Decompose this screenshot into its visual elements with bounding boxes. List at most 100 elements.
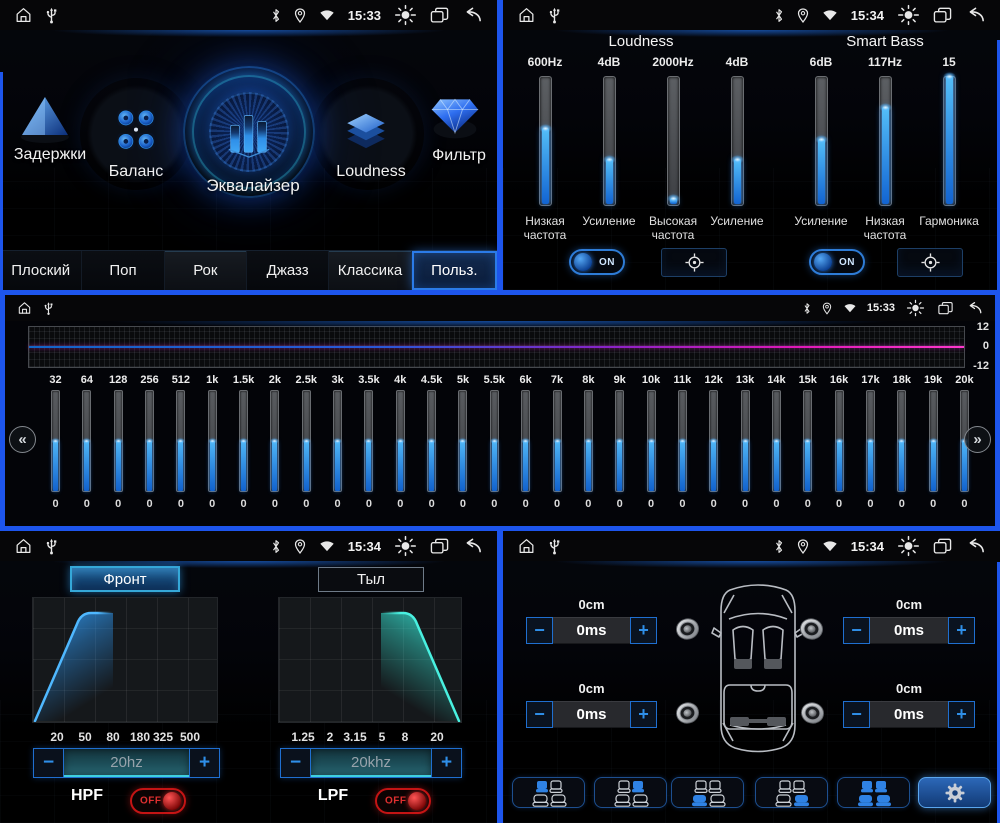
rear-right-minus-button[interactable]: − (843, 701, 870, 728)
band-16k-slider[interactable] (835, 390, 844, 492)
preset-jazz-tab[interactable]: Джазз (247, 251, 329, 290)
band-256-slider[interactable] (145, 390, 154, 492)
front-right-plus-button[interactable]: + (948, 617, 975, 644)
band-13k-slider[interactable] (741, 390, 750, 492)
bands-page-right-button[interactable]: » (964, 426, 991, 453)
band-5.5k-value: 0 (491, 498, 497, 510)
brightness-icon[interactable] (904, 297, 927, 319)
band-5.5k-slider[interactable] (490, 390, 499, 492)
band-2.5k-slider[interactable] (302, 390, 311, 492)
band-8k-slider[interactable] (584, 390, 593, 492)
seat-front-right-button[interactable] (594, 777, 667, 808)
back-icon[interactable] (965, 7, 986, 24)
layers-icon[interactable] (341, 112, 391, 161)
loudness-reset-button[interactable] (661, 248, 727, 277)
band-128-slider[interactable] (114, 390, 123, 492)
loudness-high-freq-slider[interactable] (667, 76, 680, 206)
band-1k-slider[interactable] (208, 390, 217, 492)
front-left-minus-button[interactable]: − (526, 617, 553, 644)
brightness-icon[interactable] (897, 4, 920, 26)
loudness-high-gain-slider[interactable] (731, 76, 744, 206)
brightness-icon[interactable] (394, 535, 417, 557)
rear-left-minus-button[interactable]: − (526, 701, 553, 728)
band-1.5k-slider[interactable] (239, 390, 248, 492)
home-icon[interactable] (15, 299, 34, 317)
band-5k-slider[interactable] (458, 390, 467, 492)
band-512-slider[interactable] (176, 390, 185, 492)
band-19k-slider[interactable] (929, 390, 938, 492)
band-3.5k-slider[interactable] (364, 390, 373, 492)
status-bar: 15:33 (5, 295, 995, 321)
lpf-off-toggle[interactable]: OFF (375, 788, 431, 814)
front-left-plus-button[interactable]: + (630, 617, 657, 644)
seat-rear-right-button[interactable] (755, 777, 828, 808)
band-4.5k-slider[interactable] (427, 390, 436, 492)
diamond-icon[interactable] (429, 92, 481, 147)
seats-icon (770, 778, 814, 808)
speaker-cluster-icon[interactable] (111, 107, 161, 162)
rear-left-plus-button[interactable]: + (630, 701, 657, 728)
band-17k-slider[interactable] (866, 390, 875, 492)
smartbass-low-freq-slider[interactable] (879, 76, 892, 206)
band-64-slider[interactable] (82, 390, 91, 492)
brightness-icon[interactable] (394, 4, 417, 26)
rear-right-plus-button[interactable]: + (948, 701, 975, 728)
recents-icon[interactable] (430, 7, 449, 24)
seat-rear-left-button[interactable] (671, 777, 744, 808)
back-icon[interactable] (462, 7, 483, 24)
hpf-off-toggle[interactable]: OFF (130, 788, 186, 814)
smartbass-harmonic-slider[interactable] (943, 76, 956, 206)
pyramid-icon[interactable] (18, 93, 72, 150)
back-icon[interactable] (964, 300, 985, 317)
back-icon[interactable] (965, 538, 986, 555)
band-9k-slider[interactable] (615, 390, 624, 492)
lpf-plus-button[interactable]: + (431, 749, 461, 777)
band-4k-slider[interactable] (396, 390, 405, 492)
preset-classic-tab[interactable]: Классика (329, 251, 411, 290)
band-11k-slider[interactable] (678, 390, 687, 492)
home-icon[interactable] (517, 6, 536, 24)
hpf-minus-button[interactable]: − (34, 749, 64, 777)
band-2k-value: 0 (272, 498, 278, 510)
bands-page-left-button[interactable]: « (9, 426, 36, 453)
home-icon[interactable] (14, 537, 33, 555)
loudness-low-freq-slider[interactable] (539, 76, 552, 206)
band-12k-slider[interactable] (709, 390, 718, 492)
band-2k-slider[interactable] (270, 390, 279, 492)
band-32-slider[interactable] (51, 390, 60, 492)
seat-all-button[interactable] (837, 777, 910, 808)
loudness-on-toggle[interactable]: ON (569, 249, 625, 275)
band-8k-fill (586, 441, 591, 491)
back-icon[interactable] (462, 538, 483, 555)
band-15k-slider[interactable] (803, 390, 812, 492)
lpf-minus-button[interactable]: − (281, 749, 311, 777)
brightness-icon[interactable] (897, 535, 920, 557)
band-6k-slider[interactable] (521, 390, 530, 492)
band-14k-slider[interactable] (772, 390, 781, 492)
band-10k-slider[interactable] (647, 390, 656, 492)
smartbass-gain-slider[interactable] (815, 76, 828, 206)
loudness-low-gain-slider[interactable] (603, 76, 616, 206)
band-7k-slider[interactable] (553, 390, 562, 492)
rear-left-distance-value: 0cm (557, 681, 627, 696)
hpf-tick-180: 180 (130, 730, 150, 744)
preset-flat-tab[interactable]: Плоский (0, 251, 82, 290)
seat-front-left-button[interactable] (512, 777, 585, 808)
smartbass-on-toggle[interactable]: ON (809, 249, 865, 275)
band-18k-slider[interactable] (897, 390, 906, 492)
recents-icon[interactable] (430, 538, 449, 555)
recents-icon[interactable] (933, 7, 952, 24)
settings-button[interactable] (918, 777, 991, 808)
recents-icon[interactable] (933, 538, 952, 555)
preset-custom-tab[interactable]: Польз. (412, 251, 497, 290)
front-right-minus-button[interactable]: − (843, 617, 870, 644)
preset-rock-tab[interactable]: Рок (165, 251, 247, 290)
band-13k: 13k 0 (732, 374, 759, 510)
preset-pop-tab[interactable]: Поп (82, 251, 164, 290)
home-icon[interactable] (517, 537, 536, 555)
smartbass-reset-button[interactable] (897, 248, 963, 277)
hpf-plus-button[interactable]: + (189, 749, 219, 777)
recents-icon[interactable] (936, 300, 955, 317)
band-3k-slider[interactable] (333, 390, 342, 492)
home-icon[interactable] (14, 6, 33, 24)
